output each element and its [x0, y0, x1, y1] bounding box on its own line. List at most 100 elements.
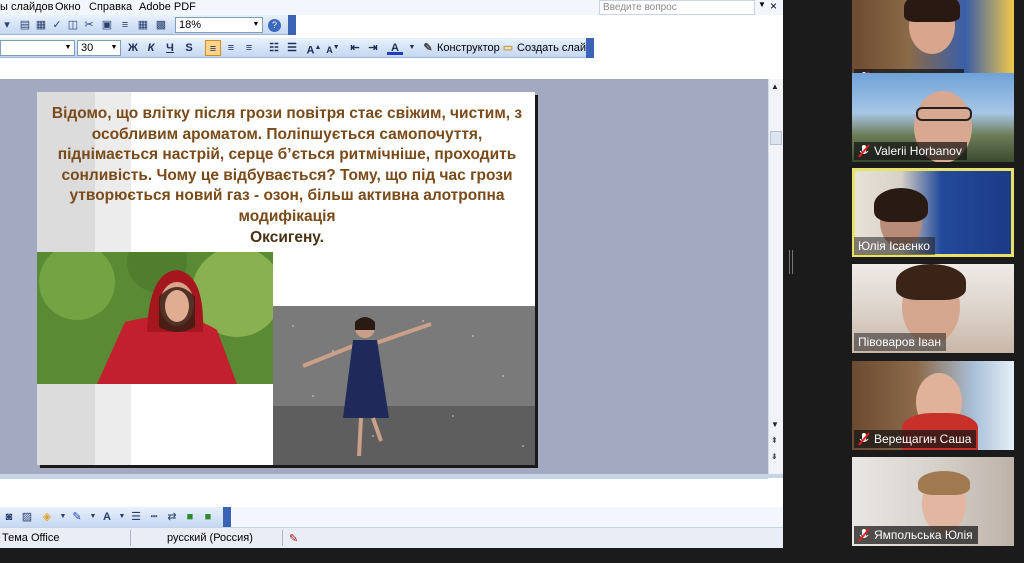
font-color-icon[interactable]: A — [100, 510, 114, 524]
menu-slideshow[interactable]: ы слайдов — [0, 1, 54, 13]
print-icon[interactable]: ▤ — [18, 18, 32, 32]
participant-video — [896, 264, 966, 300]
toolbar-options-icon[interactable] — [586, 38, 594, 58]
font-color-icon[interactable]: A — [387, 40, 403, 55]
underline-button[interactable]: Ч — [162, 40, 178, 56]
close-document-button[interactable]: × — [770, 0, 777, 13]
table-icon[interactable]: ▦ — [136, 18, 150, 32]
italic-button[interactable]: К — [143, 40, 159, 56]
chevron-down-icon[interactable]: ▼ — [62, 41, 74, 55]
scroll-thumb[interactable] — [770, 131, 782, 145]
photo-girl-in-rain[interactable] — [273, 306, 535, 465]
font-name-select[interactable]: ▼ — [0, 40, 75, 56]
zoom-select[interactable]: 18% ▼ — [175, 17, 263, 33]
muted-mic-icon — [858, 144, 870, 158]
format-painter-icon[interactable]: ≡ — [118, 18, 132, 32]
align-right-icon[interactable]: ≡ — [241, 40, 257, 56]
participant-name: Верещагин Саша — [874, 432, 972, 446]
woman-in-rain-illustration — [37, 252, 273, 384]
menu-window[interactable]: Окно — [55, 1, 81, 13]
video-tile[interactable]: Верещагин Саша — [852, 361, 1014, 450]
grid-icon[interactable]: ▩ — [154, 18, 168, 32]
video-tile[interactable]: Півоваров Іван — [852, 264, 1014, 353]
scroll-up-icon[interactable]: ▲ — [771, 82, 779, 91]
decrease-indent-icon[interactable]: ⇤ — [347, 40, 363, 56]
research-icon[interactable]: ◫ — [66, 18, 80, 32]
girl-in-rain-illustration — [273, 306, 535, 465]
notes-pane[interactable] — [0, 478, 768, 506]
menu-bar: ы слайдов Окно Справка Adobe PDF Введите… — [0, 0, 783, 15]
toolbar-options-icon[interactable] — [223, 507, 231, 527]
help-dropdown-icon[interactable]: ▼ — [758, 0, 766, 9]
scroll-down-icon[interactable]: ▼ — [771, 420, 779, 429]
chevron-down-icon[interactable]: ▼ — [404, 40, 420, 56]
slide-paragraph: Відомо, що влітку після грози повітря ст… — [51, 105, 523, 225]
photo-woman-in-rain[interactable] — [37, 252, 273, 384]
video-tile[interactable]: Valerii Horbanov — [852, 73, 1014, 162]
help-icon[interactable]: ? — [268, 19, 281, 32]
fill-color-icon[interactable]: ◈ — [40, 510, 54, 524]
new-slide-button[interactable]: Создать слайд — [517, 42, 592, 54]
spellcheck-icon[interactable]: ✓ — [50, 18, 64, 32]
status-separator — [282, 530, 283, 546]
slide-last-line: Оксигену. — [250, 228, 324, 246]
next-slide-icon[interactable]: ⇟ — [771, 452, 778, 461]
participant-video — [918, 471, 970, 495]
vertical-scrollbar[interactable]: ▲ ▼ ⇞ ⇟ — [768, 79, 783, 474]
menu-help[interactable]: Справка — [89, 1, 132, 13]
increase-indent-icon[interactable]: ⇥ — [365, 40, 381, 56]
chevron-down-icon[interactable]: ▼ — [250, 18, 262, 32]
slide-canvas[interactable]: Відомо, що влітку після грози повітря ст… — [37, 92, 535, 465]
participant-name: Ямпольська Юлія — [874, 528, 973, 542]
align-center-icon[interactable]: ≡ — [223, 40, 239, 56]
designer-button[interactable]: Конструктор — [437, 42, 500, 54]
line-style-icon[interactable]: ☰ — [129, 510, 143, 524]
chevron-down-icon[interactable]: ▼ — [108, 41, 120, 55]
panel-gutter — [783, 0, 850, 563]
cut-icon[interactable]: ✂ — [82, 18, 96, 32]
font-size-select[interactable]: 30 ▼ — [77, 40, 121, 56]
video-tile[interactable]: Ямпольська Юлія — [852, 457, 1014, 546]
status-theme: Тема Office — [2, 532, 60, 544]
numbered-list-icon[interactable]: ☷ — [266, 40, 282, 56]
chevron-down-icon[interactable]: ▼ — [115, 510, 129, 524]
3d-style-icon[interactable]: ■ — [201, 510, 215, 524]
slide-text-box[interactable]: Відомо, що влітку після грози повітря ст… — [43, 104, 531, 248]
line-color-icon[interactable]: ✎ — [70, 510, 84, 524]
bullet-list-icon[interactable]: ☰ — [284, 40, 300, 56]
participant-name-tag: Ямпольська Юлія — [854, 526, 978, 544]
picture-icon[interactable]: ▨ — [20, 510, 34, 524]
video-tile-active[interactable]: Юлія Ісаєнко — [852, 168, 1014, 257]
menu-adobe-pdf[interactable]: Adobe PDF — [139, 1, 196, 13]
dropdown-icon[interactable]: ▾ — [0, 18, 14, 32]
help-search-input[interactable]: Введите вопрос — [599, 0, 755, 15]
align-left-icon[interactable]: ≡ — [205, 40, 221, 56]
new-slide-icon[interactable]: ▭ — [500, 40, 516, 56]
arrow-style-icon[interactable]: ⇄ — [165, 510, 179, 524]
previous-slide-icon[interactable]: ⇞ — [771, 436, 778, 445]
formatting-toolbar: ▼ 30 ▼ Ж К Ч S ≡ ≡ ≡ ☷ ☰ A▲ A▼ ⇤ ⇥ A ▼ ✎… — [0, 38, 594, 58]
preview-icon[interactable]: ▦ — [34, 18, 48, 32]
status-bar: Тема Office русский (Россия) ✎ — [0, 527, 783, 548]
bold-button[interactable]: Ж — [125, 40, 141, 56]
toolbar-options-icon[interactable] — [288, 15, 296, 35]
drawing-toolbar: ◙ ▨ ◈ ▼ ✎ ▼ A ▼ ☰ ┅ ⇄ ■ ■ — [0, 507, 231, 527]
powerpoint-window: ы слайдов Окно Справка Adobe PDF Введите… — [0, 0, 783, 548]
increase-font-icon[interactable]: A▲ — [306, 40, 322, 57]
paste-icon[interactable]: ▣ — [100, 18, 114, 32]
shadow-style-icon[interactable]: ■ — [183, 510, 197, 524]
designer-icon[interactable]: ✎ — [420, 40, 436, 56]
participant-video — [874, 188, 928, 222]
clipart-icon[interactable]: ◙ — [2, 510, 16, 524]
status-language[interactable]: русский (Россия) — [167, 532, 253, 544]
panel-resize-handle[interactable] — [789, 250, 793, 274]
dash-style-icon[interactable]: ┅ — [147, 510, 161, 524]
chevron-down-icon[interactable]: ▼ — [86, 510, 100, 524]
shadow-button[interactable]: S — [181, 40, 197, 56]
chevron-down-icon[interactable]: ▼ — [56, 510, 70, 524]
font-size-value: 30 — [81, 42, 94, 54]
participant-video — [904, 0, 960, 22]
decrease-font-icon[interactable]: A▼ — [325, 40, 341, 56]
standard-toolbar: ▾ ▤ ▦ ✓ ◫ ✂ ▣ ≡ ▦ ▩ 18% ▼ ? — [0, 15, 296, 35]
spelling-status-icon[interactable]: ✎ — [289, 532, 298, 545]
